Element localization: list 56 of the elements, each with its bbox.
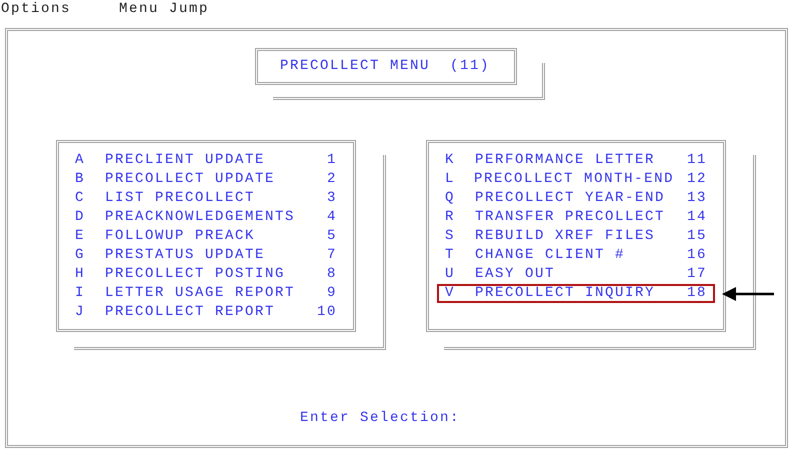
option-key: K <box>445 150 475 171</box>
menu-option[interactable]: PRECLIENT UPDATE <box>105 150 303 171</box>
option-number: 16 <box>686 246 707 265</box>
option-key: R <box>445 207 475 228</box>
menu-option[interactable]: PERFORMANCE LETTER <box>475 150 673 171</box>
option-key: C <box>75 188 105 209</box>
option-key: S <box>445 226 475 247</box>
menu-option[interactable]: CHANGE CLIENT # <box>475 245 673 266</box>
option-number: 9 <box>326 284 337 303</box>
menu-option[interactable]: PRECOLLECT YEAR-END <box>475 188 673 209</box>
option-number: 4 <box>326 208 337 227</box>
option-number: 10 <box>316 303 337 322</box>
option-key: V <box>445 283 475 304</box>
pointer-arrow-icon <box>722 287 774 301</box>
option-key: T <box>445 245 475 266</box>
option-key: B <box>75 169 105 190</box>
option-key: U <box>445 264 475 285</box>
option-number: 3 <box>326 189 337 208</box>
menu-title: PRECOLLECT MENU (11) <box>280 57 490 76</box>
selection-prompt: Enter Selection: <box>300 410 460 426</box>
option-number: 18 <box>686 284 707 303</box>
menu-option[interactable]: PRECOLLECT UPDATE <box>105 169 303 190</box>
option-key: A <box>75 150 105 171</box>
option-number: 7 <box>326 246 337 265</box>
option-key: G <box>75 245 105 266</box>
option-number: 11 <box>686 151 707 170</box>
menu-option[interactable]: PRECOLLECT REPORT <box>105 302 303 323</box>
menu-option[interactable]: PREACKNOWLEDGEMENTS <box>105 207 303 228</box>
menu-option[interactable]: TRANSFER PRECOLLECT <box>475 207 673 228</box>
option-key: I <box>75 283 105 304</box>
option-key: H <box>75 264 105 285</box>
option-key: E <box>75 226 105 247</box>
option-number: 13 <box>686 189 707 208</box>
option-number: 15 <box>686 227 707 246</box>
menu-option[interactable]: LETTER USAGE REPORT <box>105 283 303 304</box>
menu-option[interactable]: LIST PRECOLLECT <box>105 188 303 209</box>
menu-option[interactable]: PRESTATUS UPDATE <box>105 245 303 266</box>
option-key: D <box>75 207 105 228</box>
menu-option[interactable]: PRECOLLECT MONTH-END <box>474 169 674 190</box>
option-number: 14 <box>686 208 707 227</box>
option-key: Q <box>445 188 475 209</box>
menu-option[interactable]: PRECOLLECT INQUIRY <box>475 283 673 304</box>
menu-option[interactable]: REBUILD XREF FILES <box>475 226 673 247</box>
option-number: 5 <box>326 227 337 246</box>
option-number: 8 <box>326 265 337 284</box>
option-key: J <box>75 302 105 323</box>
menu-option[interactable]: FOLLOWUP PREACK <box>105 226 303 247</box>
option-key: L <box>445 169 474 190</box>
option-number: 1 <box>326 151 337 170</box>
menu-option[interactable]: PRECOLLECT POSTING <box>105 264 303 285</box>
menu-item[interactable]: Options <box>1 0 72 18</box>
menu-item[interactable]: Menu Jump <box>119 0 210 18</box>
option-number: 12 <box>686 170 707 189</box>
option-number: 2 <box>326 170 337 189</box>
menu-option[interactable]: EASY OUT <box>475 264 673 285</box>
option-number: 17 <box>686 265 707 284</box>
